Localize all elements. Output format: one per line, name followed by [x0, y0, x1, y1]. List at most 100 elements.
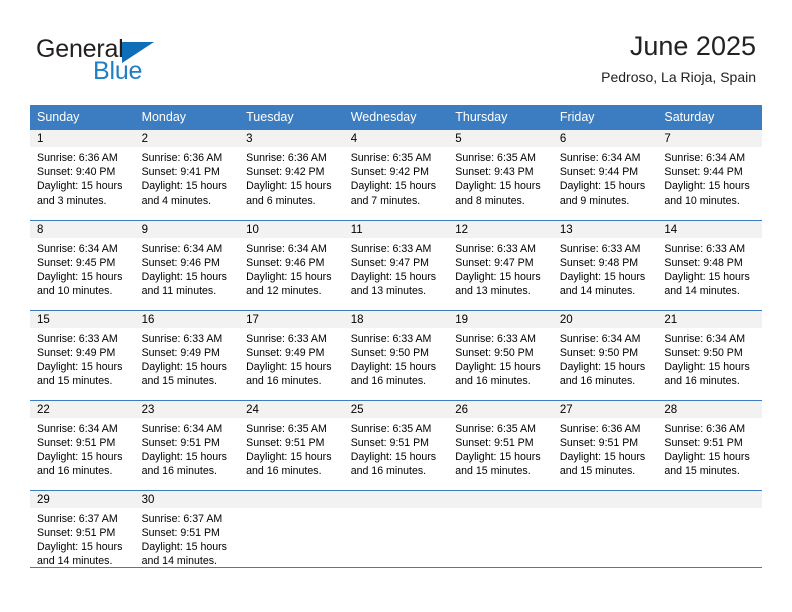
daylight-text-line2: and 11 minutes.	[141, 285, 217, 298]
daylight-text-line2: and 12 minutes.	[246, 285, 322, 298]
day-number: 18	[343, 310, 449, 328]
sunset-text: Sunset: 9:51 PM	[246, 436, 325, 449]
day-cell[interactable]: 16 Sunrise: 6:33 AM Sunset: 9:49 PM Dayligh…	[134, 309, 240, 400]
day-cell[interactable]: 27 Sunrise: 6:36 AM Sunset: 9:51 PM Dayligh…	[552, 399, 658, 490]
day-cell[interactable]: 15 Sunrise: 6:33 AM Sunset: 9:49 PM Dayligh…	[30, 309, 135, 400]
day-cell[interactable]: 26 Sunrise: 6:35 AM Sunset: 9:51 PM Dayligh…	[448, 399, 553, 490]
sunrise-text: Sunrise: 6:34 AM	[664, 152, 746, 164]
daylight-text-line2: and 15 minutes.	[559, 465, 636, 478]
sunset-text: Sunset: 9:50 PM	[664, 346, 743, 359]
calendar-bottom-rule	[30, 567, 762, 568]
day-details: Sunrise: 6:37 AM Sunset: 9:51 PM Daylight:…	[135, 508, 240, 569]
weekday-header-monday: Monday	[134, 105, 240, 130]
sunrise-text: Sunrise: 6:36 AM	[246, 152, 327, 164]
day-cell[interactable]: 5 Sunrise: 6:35 AM Sunset: 9:43 PM Daylight…	[448, 130, 553, 220]
day-cell[interactable]: 25 Sunrise: 6:35 AM Sunset: 9:51 PM Dayligh…	[343, 399, 449, 490]
daylight-text-line2: and 10 minutes.	[37, 285, 113, 298]
daylight-text-line2: and 14 minutes.	[664, 285, 740, 298]
sunset-text: Sunset: 9:47 PM	[455, 256, 534, 269]
day-cell[interactable]: 24 Sunrise: 6:35 AM Sunset: 9:51 PM Dayligh…	[239, 399, 344, 490]
day-cell[interactable]: 22 Sunrise: 6:34 AM Sunset: 9:51 PM Dayligh…	[30, 399, 135, 490]
daylight-text-line2: and 16 minutes.	[141, 465, 217, 478]
day-number: 30	[134, 490, 240, 508]
weekday-header-tuesday: Tuesday	[239, 105, 344, 130]
sunset-text: Sunset: 9:44 PM	[664, 166, 743, 179]
sunset-text: Sunset: 9:49 PM	[141, 346, 220, 359]
sunset-text: Sunset: 9:51 PM	[559, 436, 639, 449]
sunset-text: Sunset: 9:51 PM	[664, 436, 743, 449]
daylight-text-line1: Daylight: 15 hours	[141, 360, 227, 373]
daylight-text-line2: and 3 minutes.	[37, 194, 107, 207]
day-cell[interactable]: 21 Sunrise: 6:34 AM Sunset: 9:50 PM Dayligh…	[657, 309, 762, 400]
daylight-text-line1: Daylight: 15 hours	[559, 180, 646, 193]
day-details: Sunrise: 6:37 AM Sunset: 9:51 PM Daylight:…	[30, 508, 135, 569]
sunset-text: Sunset: 9:51 PM	[141, 526, 220, 539]
day-cell[interactable]: 1 Sunrise: 6:36 AM Sunset: 9:40 PM Daylight…	[30, 130, 135, 220]
day-cell[interactable]: 6 Sunrise: 6:34 AM Sunset: 9:44 PM Daylight…	[552, 130, 658, 220]
day-number: 10	[239, 220, 344, 238]
day-cell[interactable]: 17 Sunrise: 6:33 AM Sunset: 9:49 PM Dayligh…	[239, 309, 344, 400]
sunset-text: Sunset: 9:49 PM	[246, 346, 325, 359]
day-details: Sunrise: 6:34 AM Sunset: 9:50 PM Daylight:…	[553, 328, 658, 389]
day-number	[657, 490, 762, 508]
day-cell[interactable]: 20 Sunrise: 6:34 AM Sunset: 9:50 PM Dayligh…	[552, 309, 658, 400]
sunrise-text: Sunrise: 6:35 AM	[350, 152, 432, 164]
daylight-text-line1: Daylight: 15 hours	[455, 450, 541, 463]
daylight-text-line1: Daylight: 15 hours	[37, 180, 123, 193]
sunset-text: Sunset: 9:50 PM	[455, 346, 534, 359]
day-number: 13	[552, 220, 658, 238]
sunset-text: Sunset: 9:50 PM	[559, 346, 639, 359]
sunset-text: Sunset: 9:46 PM	[246, 256, 325, 269]
sunset-text: Sunset: 9:47 PM	[350, 256, 430, 269]
day-cell[interactable]: 13 Sunrise: 6:33 AM Sunset: 9:48 PM Dayligh…	[552, 219, 658, 310]
day-cell[interactable]: 2 Sunrise: 6:36 AM Sunset: 9:41 PM Daylight…	[134, 130, 240, 220]
daylight-text-line2: and 16 minutes.	[664, 375, 740, 388]
day-cell[interactable]: 12 Sunrise: 6:33 AM Sunset: 9:47 PM Dayligh…	[448, 219, 553, 310]
calendar-body: 1 Sunrise: 6:36 AM Sunset: 9:40 PM Daylight…	[30, 130, 762, 580]
day-cell[interactable]: 28 Sunrise: 6:36 AM Sunset: 9:51 PM Dayligh…	[657, 399, 762, 490]
day-cell[interactable]: 11 Sunrise: 6:33 AM Sunset: 9:47 PM Dayligh…	[343, 219, 449, 310]
sunset-text: Sunset: 9:42 PM	[350, 166, 430, 179]
brand-name-blue: Blue	[93, 57, 143, 85]
day-details: Sunrise: 6:33 AM Sunset: 9:47 PM Daylight:…	[344, 238, 449, 299]
daylight-text-line2: and 16 minutes.	[350, 465, 427, 478]
day-details: Sunrise: 6:34 AM Sunset: 9:46 PM Daylight:…	[135, 238, 240, 299]
daylight-text-line1: Daylight: 15 hours	[141, 270, 227, 283]
day-details: Sunrise: 6:35 AM Sunset: 9:51 PM Daylight:…	[344, 418, 449, 479]
day-cell[interactable]: 9 Sunrise: 6:34 AM Sunset: 9:46 PM Daylight…	[134, 219, 240, 310]
page-header: General Blue June 2025 Pedroso, La Rioja…	[0, 0, 792, 100]
day-cell[interactable]: 3 Sunrise: 6:36 AM Sunset: 9:42 PM Daylight…	[239, 130, 344, 220]
day-cell[interactable]: 23 Sunrise: 6:34 AM Sunset: 9:51 PM Dayligh…	[134, 399, 240, 490]
sunset-text: Sunset: 9:48 PM	[664, 256, 743, 269]
day-cell[interactable]: 18 Sunrise: 6:33 AM Sunset: 9:50 PM Dayligh…	[343, 309, 449, 400]
daylight-text-line2: and 16 minutes.	[246, 375, 322, 388]
day-cell[interactable]: 8 Sunrise: 6:34 AM Sunset: 9:45 PM Daylight…	[30, 219, 135, 310]
daylight-text-line2: and 13 minutes.	[455, 285, 531, 298]
daylight-text-line2: and 16 minutes.	[559, 375, 636, 388]
sunrise-text: Sunrise: 6:36 AM	[141, 152, 223, 164]
sunrise-text: Sunrise: 6:34 AM	[37, 242, 118, 255]
weekday-header-friday: Friday	[552, 105, 658, 130]
sunrise-text: Sunrise: 6:34 AM	[559, 332, 641, 345]
day-cell[interactable]: 4 Sunrise: 6:35 AM Sunset: 9:42 PM Daylight…	[343, 130, 449, 220]
day-number: 16	[134, 310, 240, 328]
day-cell[interactable]: 14 Sunrise: 6:33 AM Sunset: 9:48 PM Dayligh…	[657, 219, 762, 310]
brand-logo[interactable]: General Blue	[36, 36, 216, 86]
day-cell[interactable]: 10 Sunrise: 6:34 AM Sunset: 9:46 PM Dayligh…	[239, 219, 344, 310]
day-cell[interactable]: 7 Sunrise: 6:34 AM Sunset: 9:44 PM Daylight…	[657, 130, 762, 220]
calendar-grid: Sunday Monday Tuesday Wednesday Thursday…	[30, 105, 762, 580]
sunset-text: Sunset: 9:48 PM	[559, 256, 639, 269]
day-details: Sunrise: 6:35 AM Sunset: 9:51 PM Daylight:…	[448, 418, 553, 479]
day-number: 12	[448, 220, 553, 238]
daylight-text-line2: and 7 minutes.	[350, 194, 421, 207]
sunrise-text: Sunrise: 6:34 AM	[559, 152, 641, 164]
day-number: 24	[239, 400, 344, 418]
sunset-text: Sunset: 9:50 PM	[350, 346, 430, 359]
sunset-text: Sunset: 9:51 PM	[350, 436, 430, 449]
day-cell[interactable]: 19 Sunrise: 6:33 AM Sunset: 9:50 PM Dayligh…	[448, 309, 553, 400]
sunrise-text: Sunrise: 6:36 AM	[37, 152, 118, 164]
sunrise-text: Sunrise: 6:37 AM	[37, 512, 118, 525]
daylight-text-line2: and 9 minutes.	[559, 194, 630, 207]
day-number: 14	[657, 220, 762, 238]
day-number: 8	[30, 220, 135, 238]
